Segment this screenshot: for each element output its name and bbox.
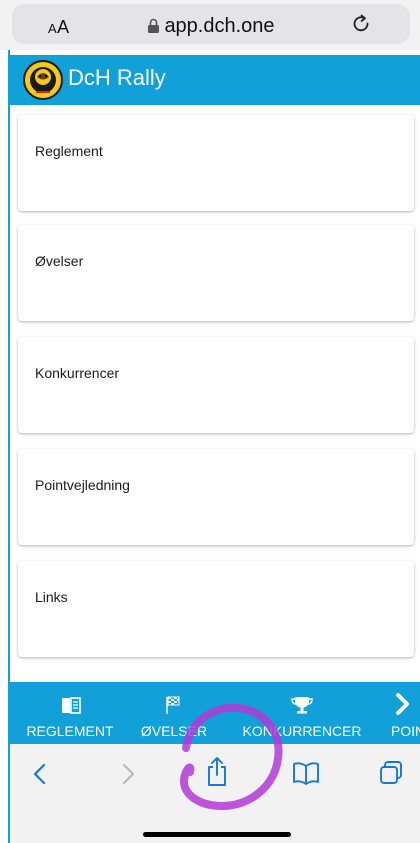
card-links[interactable]: Links (18, 561, 414, 657)
back-icon[interactable] (30, 762, 50, 786)
url-field[interactable]: AA app.dch.one (12, 4, 410, 44)
bookmarks-icon[interactable] (291, 760, 321, 786)
browser-toolbar (10, 744, 420, 843)
nav-label: REGLEMENT (26, 723, 114, 739)
book-icon (62, 697, 81, 714)
app-title: DcH Rally (68, 65, 166, 90)
card-reglement[interactable]: Reglement (18, 115, 414, 211)
nav-label: KONKURRENCER (242, 723, 362, 739)
lock-icon (148, 18, 160, 33)
home-indicator (143, 832, 291, 837)
card-ovelser[interactable]: Øvelser (18, 225, 414, 321)
reload-icon[interactable] (352, 14, 372, 36)
nav-item-reglement[interactable]: REGLEMENT (10, 682, 130, 744)
nav-item-konkurrencer[interactable]: KONKURRENCER (236, 682, 368, 744)
card-label: Reglement (35, 143, 103, 159)
nav-item-point[interactable]: POIN (378, 682, 420, 744)
card-label: Pointvejledning (35, 477, 130, 493)
card-label: Øvelser (35, 253, 84, 269)
nav-label: ØVELSER (140, 723, 208, 739)
share-icon[interactable] (205, 756, 229, 788)
tabs-icon[interactable] (378, 760, 404, 786)
chevron-right-icon (396, 693, 409, 715)
domain-display: app.dch.one (12, 15, 410, 38)
nav-item-ovelser[interactable]: ØVELSER (128, 682, 220, 744)
checkered-flag-icon (166, 696, 180, 714)
dch-logo-icon (23, 60, 63, 100)
browser-address-bar: AA app.dch.one (0, 0, 420, 50)
trophy-icon (291, 697, 313, 714)
menu-list: Reglement Øvelser Konkurrencer Pointvejl… (10, 105, 420, 680)
card-konkurrencer[interactable]: Konkurrencer (18, 337, 414, 433)
card-label: Links (35, 589, 68, 605)
app-bottom-nav: REGLEMENT ØVELSER KONKURRENCER POIN (10, 682, 420, 744)
card-label: Konkurrencer (35, 365, 120, 381)
forward-icon[interactable] (118, 762, 138, 786)
domain-text: app.dch.one (164, 15, 275, 37)
app-header: DcH Rally (10, 55, 420, 105)
card-pointvejledning[interactable]: Pointvejledning (18, 449, 414, 545)
nav-label: POIN (390, 723, 420, 739)
